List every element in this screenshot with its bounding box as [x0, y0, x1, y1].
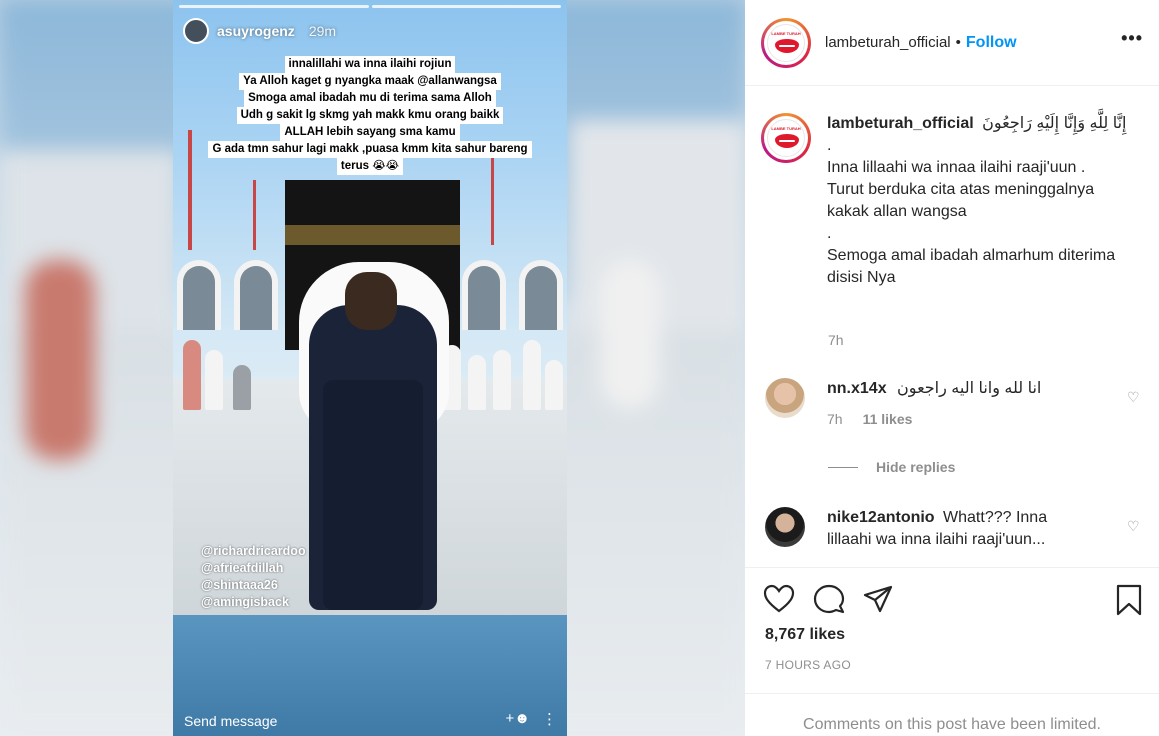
story-image: asuyrogenz 29m innalillahi wa inna ilaih…	[173, 0, 567, 736]
story-text-overlay: innalillahi wa inna ilaihi rojiun Ya All…	[173, 56, 567, 175]
comment-like-heart-icon[interactable]: ♡	[1127, 518, 1141, 534]
likes-count[interactable]: 8,767 likes	[765, 626, 845, 644]
caption-username[interactable]: lambeturah_official	[827, 115, 974, 132]
like-heart-icon[interactable]	[763, 584, 795, 614]
post-side-panel: LAMBE TURAH lambeturah_official • Follow…	[745, 0, 1159, 736]
caption-line: Semoga amal ibadah almarhum diterima dis…	[827, 247, 1116, 286]
story-text-line: Smoga amal ibadah mu di terima sama Allo…	[244, 90, 496, 107]
mention-tag[interactable]: @afrieafdillah	[201, 560, 306, 577]
story-text-line: innalillahi wa inna ilaihi rojiun	[284, 56, 456, 73]
comment-like-heart-icon[interactable]: ♡	[1127, 389, 1141, 405]
mention-tag[interactable]: @richardricardoo	[201, 543, 306, 560]
comment-avatar[interactable]	[765, 378, 805, 418]
lambe-turah-logo: LAMBE TURAH	[767, 119, 805, 157]
story-text-line: G ada tmn sahur lagi makk ,puasa kmm kit…	[208, 141, 532, 158]
post-header: LAMBE TURAH lambeturah_official • Follow…	[745, 0, 1159, 86]
header-separator: •	[955, 34, 961, 51]
story-progress-bars	[179, 5, 561, 8]
avatar-ring[interactable]: LAMBE TURAH	[761, 17, 811, 68]
post-timestamp[interactable]: 7 HOURS AGO	[765, 658, 851, 672]
post-actions: 8,767 likes 7 HOURS AGO Comments on this…	[745, 567, 1159, 736]
caption-avatar[interactable]: LAMBE TURAH	[761, 113, 811, 163]
caption-time[interactable]: 7h	[828, 332, 844, 348]
share-paper-plane-icon[interactable]	[863, 584, 893, 614]
comment-username[interactable]: nn.x14x	[827, 380, 887, 397]
comment-username[interactable]: nike12antonio	[827, 509, 935, 526]
story-text-line: Ya Alloh kaget g nyangka maak @allanwang…	[239, 73, 501, 90]
caption-arabic: إِنَّا لِلَّهِ وَإِنَّا إِلَيْهِ رَاجِعُ…	[982, 115, 1127, 132]
media-panel: asuyrogenz 29m innalillahi wa inna ilaih…	[0, 0, 745, 736]
comment-avatar[interactable]	[765, 507, 805, 547]
header-username[interactable]: lambeturah_official	[825, 34, 951, 51]
comment-likes[interactable]: 11 likes	[863, 408, 913, 430]
story-time: 29m	[308, 23, 337, 39]
comments-limited-notice: Comments on this post have been limited.	[745, 693, 1159, 736]
add-person-icon[interactable]: +☻	[505, 710, 530, 728]
mention-tag[interactable]: @shintaaa26	[201, 577, 306, 594]
comments-section: LAMBE TURAH lambeturah_official إِنَّا ل…	[745, 87, 1159, 567]
comment-item: nike12antonio Whatt??? Inna lillaahi wa …	[765, 507, 1087, 551]
caption-line: .	[827, 137, 832, 154]
comment-time[interactable]: 7h	[827, 408, 843, 430]
follow-button[interactable]: Follow	[966, 34, 1017, 52]
lambe-turah-logo: LAMBE TURAH	[767, 23, 805, 62]
hide-replies-button[interactable]: Hide replies	[828, 459, 955, 475]
comment-item: nn.x14x انا لله وانا اليه راجعون 7h 11 l…	[765, 378, 1087, 430]
more-vertical-icon[interactable]: ⋮	[542, 710, 557, 728]
hide-replies-line	[828, 466, 858, 468]
more-options-icon[interactable]: •••	[1121, 28, 1143, 49]
story-header: asuyrogenz 29m	[183, 18, 336, 44]
story-text-line: Udh g sakit lg skmg yah makk kmu orang b…	[236, 107, 504, 124]
caption-line: .	[827, 225, 832, 242]
instagram-post-view: asuyrogenz 29m innalillahi wa inna ilaih…	[0, 0, 1159, 736]
caption-line: Turut berduka cita atas meninggalnya kak…	[827, 181, 1095, 220]
caption-body: lambeturah_official إِنَّا لِلَّهِ وَإِن…	[827, 113, 1127, 289]
story-text-line: terus 😭😭	[336, 158, 404, 175]
comment-bubble-icon[interactable]	[813, 584, 845, 614]
bookmark-icon[interactable]	[1115, 584, 1143, 616]
post-caption: LAMBE TURAH lambeturah_official إِنَّا ل…	[761, 113, 1127, 289]
send-message-input[interactable]: Send message	[184, 713, 277, 729]
comment-text: انا لله وانا اليه راجعون	[897, 380, 1042, 397]
story-actions: +☻ ⋮	[505, 710, 557, 728]
story-avatar[interactable]	[183, 18, 209, 44]
story-mentions: @richardricardoo @afrieafdillah @shintaa…	[201, 543, 306, 611]
mention-tag[interactable]: @amingisback	[201, 594, 306, 611]
story-text-line: ALLAH lebih sayang sma kamu	[280, 124, 460, 141]
caption-line: Inna lillaahi wa innaa ilaihi raaji'uun …	[827, 159, 1086, 176]
story-username[interactable]: asuyrogenz	[217, 23, 295, 39]
